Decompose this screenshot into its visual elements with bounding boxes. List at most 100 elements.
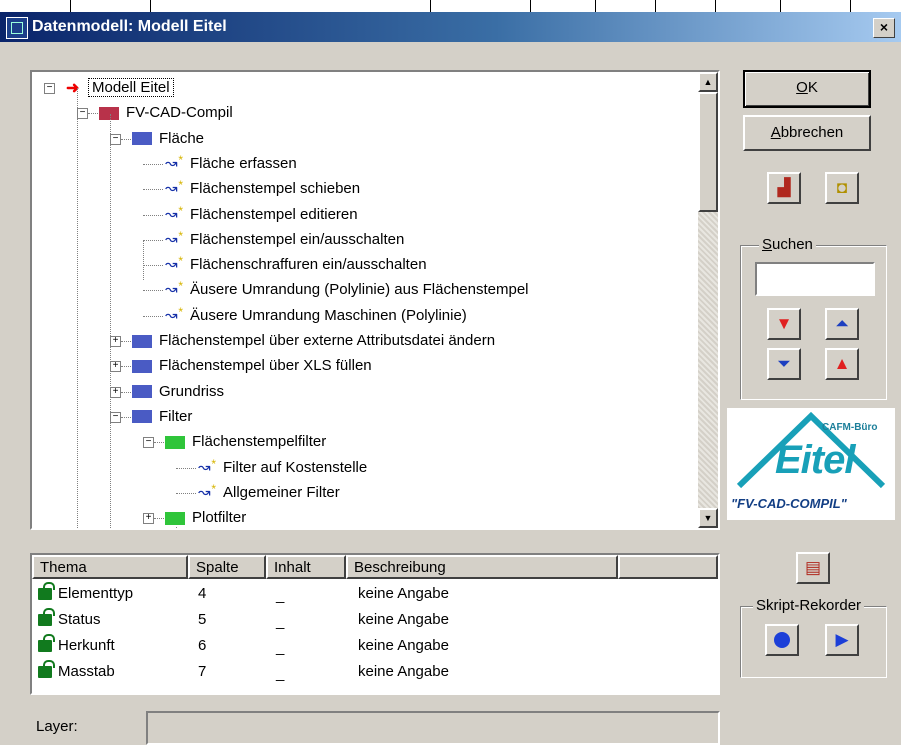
tree-connector [121,391,131,393]
tree-connector [121,138,131,140]
ok-button[interactable]: OK [743,70,871,108]
tree-connector [143,239,163,241]
close-button[interactable]: × [873,18,895,38]
tree-connector [176,467,196,469]
cell-beschreibung: keine Angabe [358,637,449,654]
cell-spalte: 7 [198,663,207,680]
tree-item[interactable]: Filter [132,404,195,429]
tree-item[interactable]: FV-CAD-Compil [99,100,236,125]
table-row[interactable]: Herkunft [38,633,115,659]
tree-item[interactable]: ↝ Flächenstempel ein/ausschalten [165,227,407,252]
folder-blue-icon [132,334,152,348]
col-header-beschreibung[interactable]: Beschreibung [346,555,618,579]
tree-connector [143,214,163,216]
col-header-inhalt[interactable]: Inhalt [266,555,346,579]
search-last-button[interactable]: ⏷ [767,348,801,380]
tree-expander[interactable]: + [110,336,121,347]
cell-spalte: 4 [198,585,207,602]
folder-open-blue-icon [132,132,152,146]
eitel-logo: CAFM-Büro Eitel "FV-CAD-COMPIL" [727,408,895,520]
tree-connector [121,416,131,418]
unlock-icon [38,582,55,601]
tree-expander[interactable]: − [77,108,88,120]
search-input[interactable] [755,262,875,296]
tree-item[interactable]: ➜ Modell Eitel [66,75,174,100]
layer-label: Layer: [36,718,78,735]
cell-thema: Herkunft [58,637,115,654]
select-button[interactable]: ◘ [825,172,859,204]
logo-main-text: Eitel [775,438,855,482]
tree-expander[interactable]: + [110,386,121,398]
tree-item-label: Flächenstempel editieren [190,205,358,223]
tree-item[interactable]: Plotfilter [165,505,249,528]
folder-blue-icon [132,359,152,373]
layers-button[interactable]: ▤ [796,552,830,584]
tree-item[interactable]: Flächenstempel über XLS füllen [132,353,375,378]
tree-connector [154,442,164,444]
tree-connector [143,163,163,165]
cell-beschreibung: keine Angabe [358,611,449,628]
select-cursor-icon: ◘ [836,178,848,197]
tree-connector [121,341,131,342]
window-title: Datenmodell: Modell Eitel [32,18,227,35]
tree-expander[interactable]: + [143,513,154,525]
tree-item[interactable]: ↝ Fläche erfassen [165,151,300,176]
layer-field[interactable] [146,711,720,745]
tree-expander[interactable]: + [110,361,121,373]
edit-model-button[interactable]: ▟ [767,172,801,204]
scroll-up-button[interactable]: ▲ [698,72,718,92]
cell-thema: Status [58,611,101,628]
tree-item[interactable]: ↝ Flächenstempel editieren [165,202,361,227]
play-button[interactable]: ▶ [825,624,859,656]
tree-guide-line [176,527,177,528]
command-icon: ↝ [165,253,183,273]
table-row[interactable]: Elementtyp [38,581,133,607]
tree-connector [143,189,163,191]
tree-guide-line [110,422,111,528]
cell-spalte: 6 [198,637,207,654]
double-up-blue-icon: ⏶ [835,314,849,333]
tree-item[interactable]: Flächenstempelfilter [165,429,329,454]
tree-item-label: Äusere Umrandung (Polylinie) aus Flächen… [190,281,529,299]
cell-inhalt: _ [276,639,285,656]
cell-inhalt: _ [276,587,285,604]
folder-open-green-icon [165,435,185,449]
command-icon: ↝ [165,228,183,248]
tree-item-label: Grundriss [159,382,225,400]
attribute-table[interactable]: Thema Spalte Inhalt Beschreibung Element… [30,553,720,695]
tree-item[interactable]: ↝ Äusere Umrandung (Polylinie) aus Fläche… [165,277,532,302]
tree-expander[interactable]: − [44,83,55,94]
tree-item[interactable]: ↝ Flächenstempel schieben [165,176,363,201]
command-icon: ↝ [198,456,216,476]
table-row[interactable]: Masstab [38,659,115,685]
tree-item[interactable]: ↝ Filter auf Kostenstelle [198,455,370,480]
search-up-button[interactable]: ▲ [825,348,859,380]
scroll-down-button[interactable]: ▼ [698,508,718,528]
model-tree[interactable]: ▲ ▼ − ➜ Modell Eitel − FV-CAD-Compil − Fläche ↝… [30,70,720,530]
command-icon: ↝ [165,304,183,324]
tree-item[interactable]: Grundriss [132,379,227,404]
col-header-thema[interactable]: Thema [32,555,188,579]
folder-open-blue-icon [132,410,152,424]
cell-inhalt: _ [276,613,285,630]
search-down-button[interactable]: ▼ [767,308,801,340]
tree-item[interactable]: ↝ Allgemeiner Filter [198,480,343,505]
tree-item[interactable]: ↝ Flächenschraffuren ein/ausschalten [165,252,430,277]
tree-item[interactable]: ↝ Äusere Umrandung Maschinen (Polylinie) [165,303,470,328]
tree-expander[interactable]: − [110,411,121,423]
table-row[interactable]: Status [38,607,101,633]
tree-expander[interactable]: − [110,133,121,145]
scroll-thumb[interactable] [698,92,718,212]
record-button[interactable] [765,624,799,656]
command-icon: ↝ [165,203,183,223]
search-first-button[interactable]: ⏶ [825,308,859,340]
tree-expander[interactable]: − [143,437,154,449]
tree-scrollbar[interactable]: ▲ ▼ [698,72,718,528]
tree-item-label: Allgemeiner Filter [223,483,340,501]
col-header-spalte[interactable]: Spalte [188,555,266,579]
tree-item[interactable]: Fläche [132,126,207,151]
search-label: Suchen [759,236,816,253]
tree-connector [88,113,98,115]
tree-item[interactable]: Flächenstempel über externe Attributsdat… [132,328,498,353]
cancel-button[interactable]: Abbrechen [743,115,871,151]
